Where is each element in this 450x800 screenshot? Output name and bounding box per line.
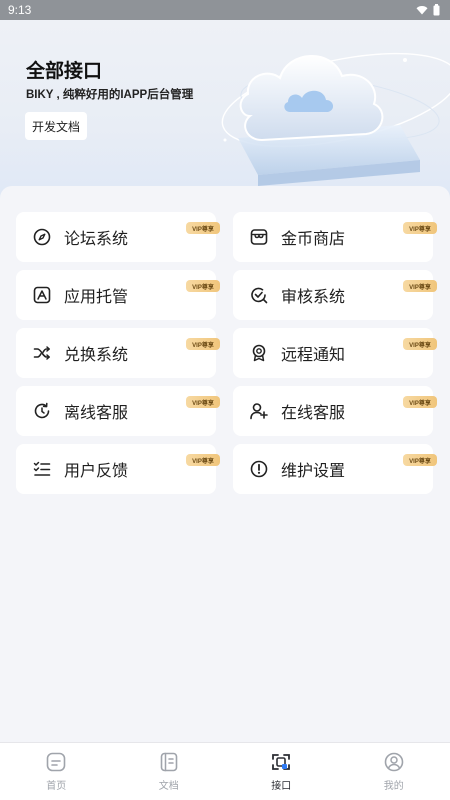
menu-item-label: 远程通知 xyxy=(281,347,346,364)
home-icon xyxy=(46,752,66,772)
bottom-tab-bar: 首页 文档 接口 我的 xyxy=(0,742,450,800)
menu-panel: 论坛系统 VIP尊享 金币商店 VIP尊享 应用托管 VIP尊享 审核系统 VI… xyxy=(0,186,450,742)
vip-badge: VIP尊享 xyxy=(403,222,437,234)
menu-item-coin-store[interactable]: 金币商店 VIP尊享 xyxy=(233,212,437,262)
vip-badge: VIP尊享 xyxy=(403,454,437,466)
menu-item-maintenance-settings[interactable]: 维护设置 VIP尊享 xyxy=(233,444,437,494)
vip-badge: VIP尊享 xyxy=(186,338,220,350)
status-bar: 9:13 xyxy=(0,0,450,20)
tab-home[interactable]: 首页 xyxy=(0,743,113,800)
menu-item-remote-notify[interactable]: 远程通知 VIP尊享 xyxy=(233,328,437,378)
profile-icon xyxy=(384,752,404,772)
alert-circle-icon xyxy=(249,459,269,479)
menu-item-user-feedback[interactable]: 用户反馈 VIP尊享 xyxy=(16,444,220,494)
wifi-icon xyxy=(416,6,428,15)
cloud-illustration xyxy=(221,52,450,186)
tab-label: 接口 xyxy=(271,781,292,792)
user-add-icon xyxy=(249,401,269,421)
vip-badge: VIP尊享 xyxy=(186,396,220,408)
menu-item-label: 金币商店 xyxy=(281,231,346,248)
interface-icon xyxy=(272,754,291,770)
refresh-clock-icon xyxy=(32,401,52,421)
vip-badge: VIP尊享 xyxy=(186,454,220,466)
vip-badge: VIP尊享 xyxy=(186,222,220,234)
tab-label: 文档 xyxy=(158,781,179,792)
menu-item-label: 应用托管 xyxy=(64,289,129,306)
hero-banner: 全部接口 BIKY , 纯粹好用的IAPP后台管理 开发文档 xyxy=(0,20,450,200)
dev-docs-button[interactable]: 开发文档 xyxy=(25,112,87,140)
tab-interface[interactable]: 接口 xyxy=(225,743,338,800)
menu-item-label: 在线客服 xyxy=(281,405,346,422)
vip-badge: VIP尊享 xyxy=(403,338,437,350)
vip-badge: VIP尊享 xyxy=(403,396,437,408)
menu-item-label: 论坛系统 xyxy=(64,231,129,248)
vip-badge: VIP尊享 xyxy=(403,280,437,292)
menu-item-forum[interactable]: 论坛系统 VIP尊享 xyxy=(16,212,220,262)
compass-icon xyxy=(32,227,52,247)
page-subtitle: BIKY , 纯粹好用的IAPP后台管理 xyxy=(26,89,194,101)
badge-icon xyxy=(249,343,269,363)
status-icons xyxy=(416,4,440,16)
page-title: 全部接口 xyxy=(26,61,103,82)
tab-docs[interactable]: 文档 xyxy=(113,743,226,800)
menu-item-offline-support[interactable]: 离线客服 VIP尊享 xyxy=(16,386,220,436)
menu-item-label: 用户反馈 xyxy=(64,463,129,480)
store-icon xyxy=(249,227,269,247)
menu-item-exchange-system[interactable]: 兑换系统 VIP尊享 xyxy=(16,328,220,378)
status-time: 9:13 xyxy=(8,3,32,17)
shuffle-icon xyxy=(32,343,52,363)
menu-item-label: 维护设置 xyxy=(281,463,346,480)
menu-item-app-hosting[interactable]: 应用托管 VIP尊享 xyxy=(16,270,220,320)
tab-label: 首页 xyxy=(46,781,67,792)
vip-badge: VIP尊享 xyxy=(186,280,220,292)
menu-item-label: 离线客服 xyxy=(64,405,129,422)
tab-label: 我的 xyxy=(383,781,404,792)
battery-icon xyxy=(433,4,440,16)
audit-check-icon xyxy=(249,285,269,305)
menu-item-label: 审核系统 xyxy=(281,289,346,306)
document-icon xyxy=(160,752,178,772)
tab-profile[interactable]: 我的 xyxy=(338,743,450,800)
menu-item-online-support[interactable]: 在线客服 VIP尊享 xyxy=(233,386,437,436)
menu-item-label: 兑换系统 xyxy=(64,347,129,364)
checklist-icon xyxy=(32,459,52,479)
menu-item-audit-system[interactable]: 审核系统 VIP尊享 xyxy=(233,270,437,320)
app-box-icon xyxy=(32,285,52,305)
